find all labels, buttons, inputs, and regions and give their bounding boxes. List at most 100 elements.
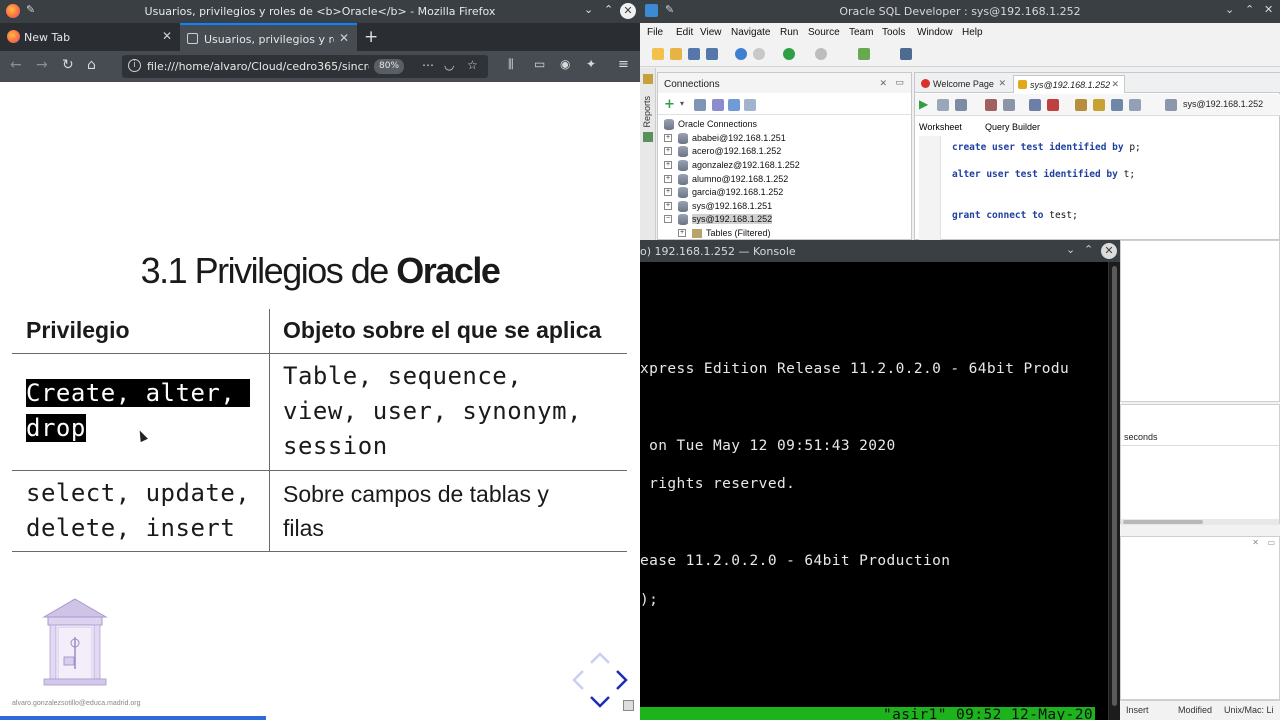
code-editor[interactable]: create user test identified by p; alter … bbox=[915, 136, 1280, 241]
menu-file[interactable]: File bbox=[647, 27, 663, 38]
code-line[interactable]: alter user test identified by t; bbox=[952, 169, 1135, 180]
history-icon[interactable] bbox=[1111, 99, 1123, 111]
subtab-worksheet[interactable]: Worksheet bbox=[919, 122, 962, 132]
bookmark-star-icon[interactable]: ☆ bbox=[467, 58, 478, 72]
forward-icon[interactable] bbox=[815, 48, 827, 60]
undo-icon[interactable] bbox=[735, 48, 747, 60]
minimize-icon[interactable]: ⌄ bbox=[584, 3, 593, 16]
horizontal-scrollbar[interactable] bbox=[1121, 519, 1279, 525]
run-statement-icon[interactable]: ▶ bbox=[919, 97, 928, 111]
account-icon[interactable]: ◉ bbox=[560, 57, 570, 71]
save-all-icon[interactable] bbox=[706, 48, 718, 60]
dropdown-icon[interactable]: ▾ bbox=[680, 99, 684, 108]
connections-header: Connections ✕ ▭ bbox=[658, 73, 911, 93]
close-panel-icon[interactable]: ✕ bbox=[879, 78, 887, 89]
tab-new-tab[interactable]: New Tab ✕ bbox=[0, 23, 180, 51]
add-connection-icon[interactable]: + bbox=[664, 97, 675, 112]
new-tab-plus-icon[interactable]: + bbox=[364, 27, 378, 47]
minimize-panel-icon[interactable]: ▭ bbox=[1267, 538, 1275, 547]
scrollbar-thumb[interactable] bbox=[1123, 520, 1203, 524]
nav-left-arrow-icon[interactable] bbox=[572, 670, 584, 690]
collapse-icon[interactable] bbox=[744, 99, 756, 111]
forward-arrow-icon[interactable]: → bbox=[36, 57, 48, 73]
elapsed-seconds-label: seconds bbox=[1124, 432, 1158, 442]
nav-down-arrow-icon[interactable] bbox=[590, 696, 610, 708]
maximize-icon[interactable]: ⌃ bbox=[1084, 243, 1093, 256]
code-line[interactable]: create user test identified by p; bbox=[952, 142, 1141, 153]
sidebar-icon[interactable]: ▭ bbox=[534, 57, 545, 71]
code-line[interactable]: grant connect to test; bbox=[952, 210, 1078, 221]
close-icon[interactable]: ✕ bbox=[1264, 3, 1273, 16]
terminal-scrollbar[interactable] bbox=[1108, 262, 1120, 720]
url-bar[interactable]: i file:///home/alvaro/Cloud/cedro365/sin… bbox=[122, 55, 488, 78]
extension-icon[interactable]: ✦ bbox=[586, 57, 596, 71]
commit-icon[interactable] bbox=[1029, 99, 1041, 111]
reports-icon[interactable] bbox=[643, 74, 653, 84]
close-panel-icon[interactable]: ✕ bbox=[1252, 538, 1259, 547]
format-icon[interactable] bbox=[1129, 99, 1141, 111]
menu-window[interactable]: Window bbox=[917, 27, 953, 38]
close-window-button[interactable]: ✕ bbox=[1101, 243, 1117, 259]
menu-view[interactable]: View bbox=[700, 27, 722, 38]
tab-sys-connection[interactable]: sys@192.168.1.252 ✕ bbox=[1013, 75, 1125, 93]
page-actions-icon[interactable]: ⋯ bbox=[422, 58, 434, 72]
sql-keywords: grant connect to bbox=[952, 210, 1050, 221]
new-icon[interactable] bbox=[652, 48, 664, 60]
url-text[interactable]: file:///home/alvaro/Cloud/cedro365/sincr… bbox=[147, 60, 369, 73]
tab-close-icon[interactable]: ✕ bbox=[162, 29, 172, 43]
subtab-query-builder[interactable]: Query Builder bbox=[985, 122, 1040, 132]
sql-tuning-icon[interactable] bbox=[1003, 99, 1015, 111]
maximize-icon[interactable]: ⌃ bbox=[1245, 3, 1254, 16]
nav-up-arrow-icon[interactable] bbox=[590, 652, 610, 664]
minimize-panel-icon[interactable]: ▭ bbox=[895, 77, 904, 88]
clear-icon[interactable] bbox=[1093, 99, 1105, 111]
reports-label[interactable]: Reports bbox=[642, 96, 652, 128]
tab-close-icon[interactable]: ✕ bbox=[339, 31, 349, 45]
tab-close-icon[interactable]: ✕ bbox=[1111, 79, 1119, 90]
menu-navigate[interactable]: Navigate bbox=[731, 27, 770, 38]
connection-selector-icon[interactable] bbox=[1165, 99, 1177, 111]
menu-tools[interactable]: Tools bbox=[882, 27, 905, 38]
reload-icon[interactable]: ↻ bbox=[62, 57, 74, 73]
menu-run[interactable]: Run bbox=[780, 27, 798, 38]
home-icon[interactable]: ⌂ bbox=[87, 57, 96, 73]
close-window-button[interactable]: ✕ bbox=[620, 3, 636, 19]
schema-browser-icon[interactable] bbox=[728, 99, 740, 111]
open-icon[interactable] bbox=[670, 48, 682, 60]
info-icon[interactable]: i bbox=[128, 59, 141, 72]
run-script-icon[interactable] bbox=[937, 99, 949, 111]
tab-usuarios[interactable]: Usuarios, privilegios y role ✕ bbox=[180, 23, 357, 51]
monitor-icon[interactable] bbox=[900, 48, 912, 60]
back-arrow-icon[interactable]: ← bbox=[10, 57, 22, 73]
save-icon[interactable] bbox=[688, 48, 700, 60]
explain-plan-icon[interactable] bbox=[985, 99, 997, 111]
rollback-icon[interactable] bbox=[1047, 99, 1059, 111]
menu-team[interactable]: Team bbox=[849, 27, 873, 38]
menu-edit[interactable]: Edit bbox=[676, 27, 693, 38]
maximize-icon[interactable]: ⌃ bbox=[604, 3, 613, 16]
pocket-icon[interactable]: ◡ bbox=[444, 58, 454, 72]
autotrace-icon[interactable] bbox=[955, 99, 967, 111]
menu-source[interactable]: Source bbox=[808, 27, 840, 38]
redo-icon[interactable] bbox=[753, 48, 765, 60]
terminal-output[interactable]: xpress Edition Release 11.2.0.2.0 - 64bi… bbox=[640, 262, 1107, 720]
files-icon[interactable] bbox=[643, 132, 653, 142]
zoom-indicator[interactable]: 80% bbox=[374, 59, 405, 74]
tab-welcome-page[interactable]: Welcome Page ✕ bbox=[917, 75, 1011, 93]
refresh-icon[interactable] bbox=[694, 99, 706, 111]
library-icon[interactable]: ⫼ bbox=[508, 57, 514, 72]
menu-help[interactable]: Help bbox=[962, 27, 983, 38]
unshared-sql-icon[interactable] bbox=[1075, 99, 1087, 111]
scrollbar-thumb[interactable] bbox=[1112, 266, 1117, 706]
tab-close-icon[interactable]: ✕ bbox=[998, 78, 1006, 89]
minimize-icon[interactable]: ⌄ bbox=[1066, 243, 1075, 256]
minimize-icon[interactable]: ⌄ bbox=[1225, 3, 1234, 16]
navigation-toolbar: ← → ↻ ⌂ i file:///home/alvaro/Cloud/cedr… bbox=[0, 51, 640, 82]
connection-selector[interactable]: sys@192.168.1.252 bbox=[1183, 99, 1263, 109]
menu-hamburger-icon[interactable]: ≡ bbox=[618, 57, 629, 72]
filter-icon[interactable] bbox=[712, 99, 724, 111]
sql-icon[interactable] bbox=[858, 48, 870, 60]
nav-right-arrow-icon[interactable] bbox=[616, 670, 628, 690]
slide-navigation-arrows[interactable] bbox=[569, 649, 631, 711]
back-icon[interactable] bbox=[783, 48, 795, 60]
